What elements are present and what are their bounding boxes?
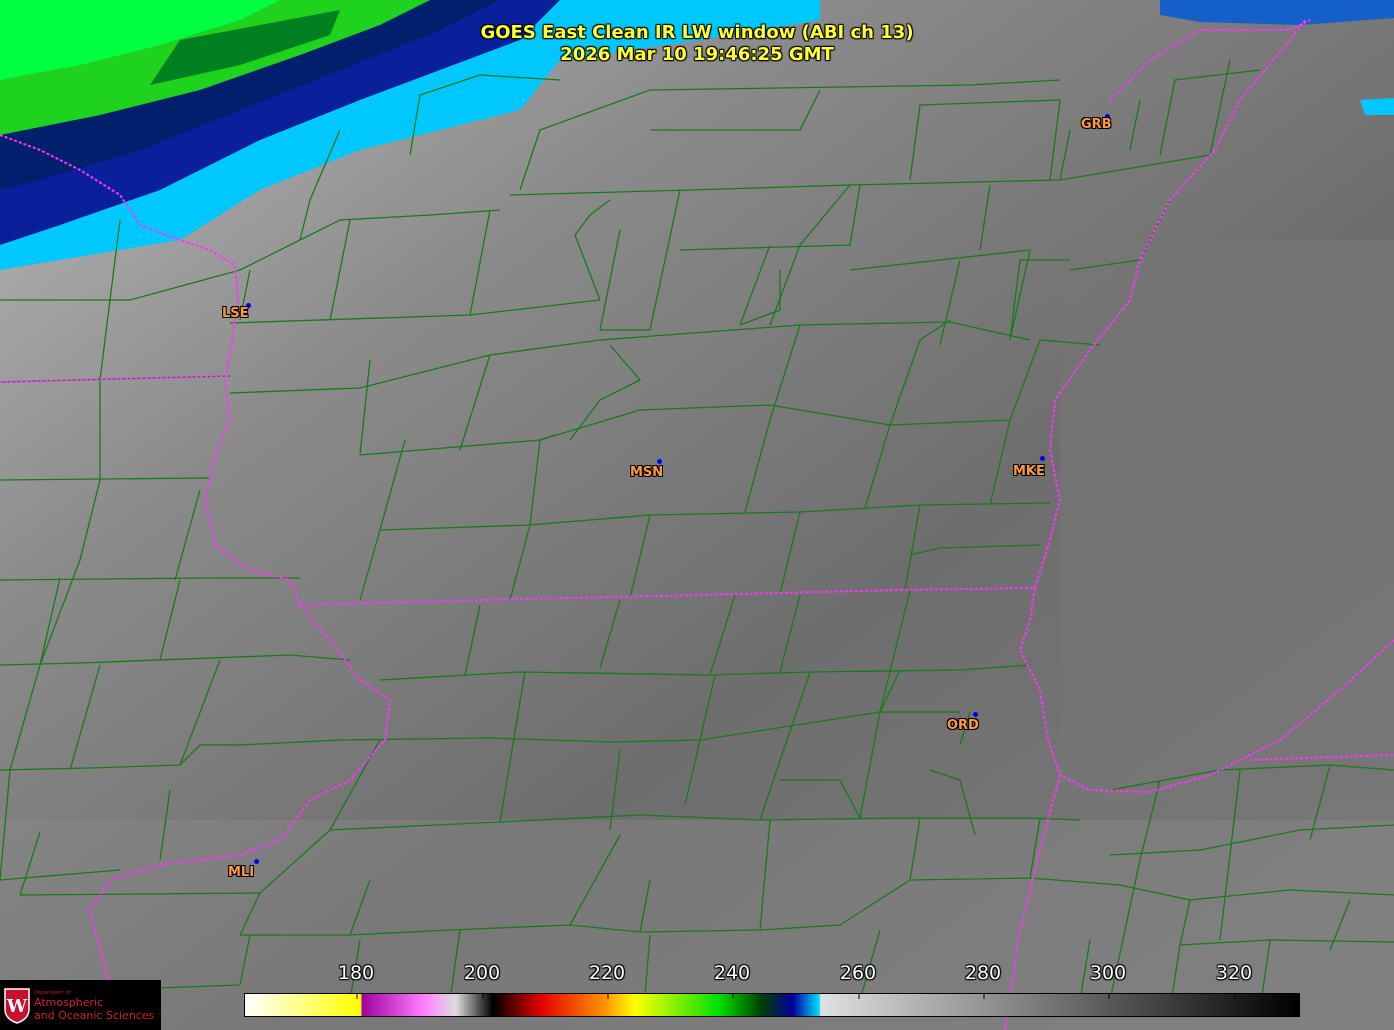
title-line-2: 2026 Mar 10 19:46:25 GMT xyxy=(560,44,834,65)
cloud-cyan-ne xyxy=(1360,98,1394,115)
aos-logo: W Department of Atmospheric and Oceanic … xyxy=(0,980,161,1030)
station-marker xyxy=(254,859,259,864)
station-label: LSE xyxy=(222,306,249,321)
station-label: MKE xyxy=(1013,464,1045,479)
logo-line-3: and Oceanic Sciences xyxy=(34,1009,155,1022)
logo-line-2: Atmospheric xyxy=(34,996,104,1009)
satellite-map xyxy=(0,0,1394,1030)
colorbar-tick: 280 xyxy=(964,962,1002,984)
colorbar-tick: 260 xyxy=(839,962,877,984)
station-marker xyxy=(1040,456,1045,461)
station-marker xyxy=(973,712,978,717)
station-label: MSN xyxy=(630,465,664,480)
station-label: ORD xyxy=(947,718,979,733)
station-label: MLI xyxy=(228,865,255,880)
colorbar-tick: 320 xyxy=(1215,962,1253,984)
seal-letter: W xyxy=(6,996,28,1017)
colorbar-tick: 240 xyxy=(713,962,751,984)
colorbar xyxy=(244,993,1300,1017)
station-marker xyxy=(657,459,662,464)
colorbar-tick: 200 xyxy=(463,962,501,984)
colorbar-tick: 220 xyxy=(588,962,626,984)
colorbar-tick: 180 xyxy=(337,962,375,984)
title-line-1: GOES East Clean IR LW window (ABI ch 13) xyxy=(480,22,914,43)
colorbar-tick: 300 xyxy=(1089,962,1127,984)
station-label: GRB xyxy=(1081,117,1112,132)
uw-seal-icon: W xyxy=(4,988,30,1024)
